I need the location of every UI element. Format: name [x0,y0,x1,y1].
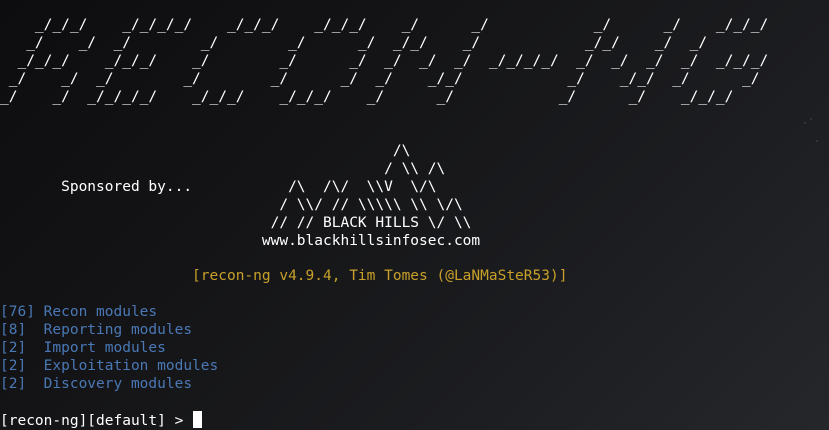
banner-line: _/ _/ _/_/_/_/ _/_/_/ _/_/_/ _/ _/ _/ _/… [0,89,734,105]
sponsor-url-line: www.blackhillsinfosec.com [0,233,481,249]
module-count-line: [8] Reporting modules [0,322,193,338]
banner-line: _/_/_/ _/_/_/_/ _/_/_/ _/_/_/ _/ _/ _/ _… [0,17,769,33]
sponsor-art-line: /\ [0,143,411,159]
sponsor-art-line: // // BLACK HILLS \/ \\ [0,215,472,231]
module-count-line: [2] Exploitation modules [0,358,219,374]
module-count-line: [2] Discovery modules [0,376,193,392]
banner-line: _/ _/ _/ _/ _/ _/ _/ _/_/ _/ _/_/ _/ _/ [0,71,760,87]
prompt-text: [recon-ng][default] > [0,413,193,429]
module-count-line: [2] Import modules [0,340,166,356]
text-cursor [193,411,203,428]
command-prompt[interactable]: [recon-ng][default] > [0,411,203,429]
sponsor-art-line: / \\/ // \\\\\ \\ \/\ [0,197,463,213]
banner-line: _/_/_/ _/_/_/ _/ _/ _/ _/ _/ _/ _/_/_/_/… [0,53,769,69]
banner-line: _/ _/ _/ _/ _/ _/ _/_/ _/ _/_/ _/ _/ [0,35,708,51]
terminal-window[interactable]: _/_/_/ _/_/_/_/ _/_/_/ _/_/_/ _/ _/ _/ _… [0,0,829,430]
background-speck [816,140,818,142]
sponsor-art-line: / \\ /\ [0,161,446,177]
background-speck [810,118,812,120]
background-speck [804,122,806,124]
version-banner: [recon-ng v4.9.4, Tim Tomes (@LaNMaSteR5… [0,268,568,284]
sponsor-art-line: Sponsored by... /\ /\/ \\V \/\ [0,179,437,195]
module-count-line: [76] Recon modules [0,304,158,320]
